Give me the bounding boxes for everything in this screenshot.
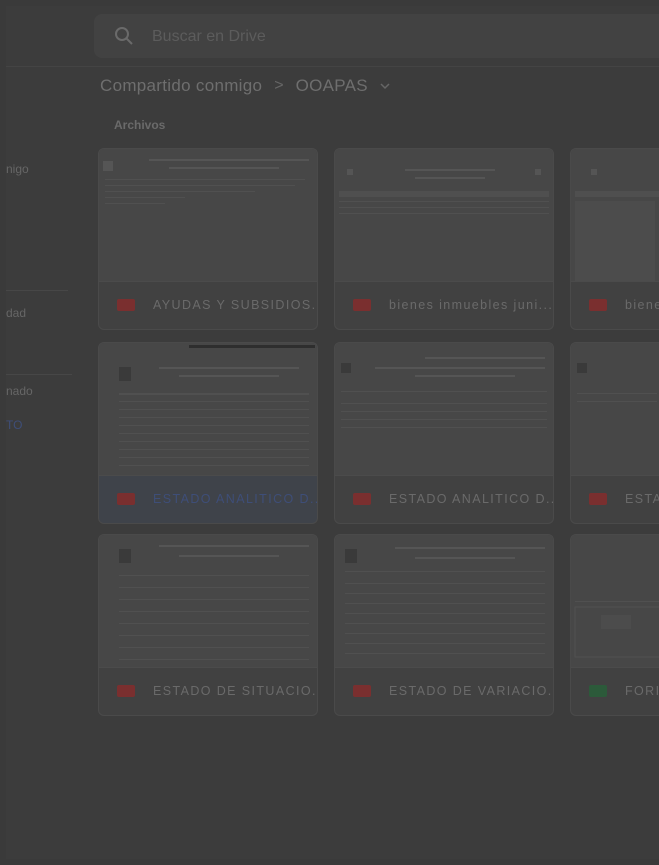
- breadcrumb-current-folder[interactable]: OOAPAS: [296, 76, 368, 96]
- file-thumbnail: [335, 149, 553, 282]
- file-card[interactable]: biene: [570, 148, 659, 330]
- file-card[interactable]: ESTADO DE SITUACIO...: [98, 534, 318, 716]
- file-card-selected[interactable]: ESTADO ANALITICO D...: [98, 342, 318, 524]
- sidebar-item-storage[interactable]: TO: [6, 418, 22, 432]
- sidebar-item-priority[interactable]: dad: [6, 306, 26, 320]
- file-card[interactable]: AYUDAS Y SUBSIDIOS...: [98, 148, 318, 330]
- drive-window: Compartido conmigo > OOAPAS Archivos nig…: [6, 6, 659, 859]
- file-name: ESTADO DE SITUACIO...: [153, 684, 318, 698]
- file-card[interactable]: ESTADO DE VARIACIO...: [334, 534, 554, 716]
- file-card[interactable]: ESTA: [570, 342, 659, 524]
- breadcrumb-separator: >: [274, 77, 284, 94]
- breadcrumb-shared-with-me[interactable]: Compartido conmigo: [100, 76, 262, 96]
- file-name-row: ESTADO DE SITUACIO...: [99, 668, 317, 714]
- file-thumbnail: [335, 343, 553, 476]
- file-name-row: bienes inmuebles juni...: [335, 282, 553, 328]
- file-name-row: FORI: [571, 668, 659, 714]
- file-card[interactable]: bienes inmuebles juni...: [334, 148, 554, 330]
- file-name-row: AYUDAS Y SUBSIDIOS...: [99, 282, 317, 328]
- file-name: ESTADO DE VARIACIO...: [389, 684, 554, 698]
- search-bar[interactable]: [94, 14, 659, 60]
- file-thumbnail: [99, 149, 317, 282]
- sidebar-divider: [6, 290, 68, 291]
- sidebar-item-trash[interactable]: nado: [6, 384, 33, 398]
- file-thumbnail: [571, 149, 659, 282]
- sidebar-divider: [6, 374, 72, 375]
- search-input[interactable]: [150, 14, 554, 60]
- files-section-label: Archivos: [114, 118, 166, 132]
- file-name-row: ESTADO ANALITICO D...: [99, 476, 317, 522]
- file-thumbnail: [571, 343, 659, 476]
- file-thumbnail: [99, 343, 317, 476]
- pdf-icon: [589, 299, 607, 311]
- file-name: bienes inmuebles juni...: [389, 298, 554, 312]
- pdf-icon: [353, 685, 371, 697]
- breadcrumb: Compartido conmigo > OOAPAS: [100, 66, 390, 106]
- file-card[interactable]: FORI: [570, 534, 659, 716]
- file-thumbnail: [99, 535, 317, 668]
- pdf-icon: [117, 299, 135, 311]
- file-name-row: ESTA: [571, 476, 659, 522]
- chevron-down-icon[interactable]: [380, 82, 390, 90]
- pdf-icon: [589, 493, 607, 505]
- pdf-icon: [353, 493, 371, 505]
- file-name-row: ESTADO ANALITICO D...: [335, 476, 553, 522]
- file-thumbnail: [335, 535, 553, 668]
- sidebar-item-shared[interactable]: nigo: [6, 162, 29, 176]
- search-icon: [115, 27, 133, 45]
- file-card[interactable]: ESTADO ANALITICO D...: [334, 342, 554, 524]
- file-name-row: biene: [571, 282, 659, 328]
- file-name: FORI: [625, 684, 659, 698]
- spreadsheet-icon: [589, 685, 607, 697]
- file-thumbnail: [571, 535, 659, 668]
- file-name: biene: [625, 298, 659, 312]
- pdf-icon: [117, 685, 135, 697]
- file-name: ESTADO ANALITICO D...: [389, 492, 554, 506]
- file-name-row: ESTADO DE VARIACIO...: [335, 668, 553, 714]
- file-name: ESTADO ANALITICO D...: [153, 492, 318, 506]
- file-name: AYUDAS Y SUBSIDIOS...: [153, 298, 318, 312]
- pdf-icon: [117, 493, 135, 505]
- pdf-icon: [353, 299, 371, 311]
- file-name: ESTA: [625, 492, 659, 506]
